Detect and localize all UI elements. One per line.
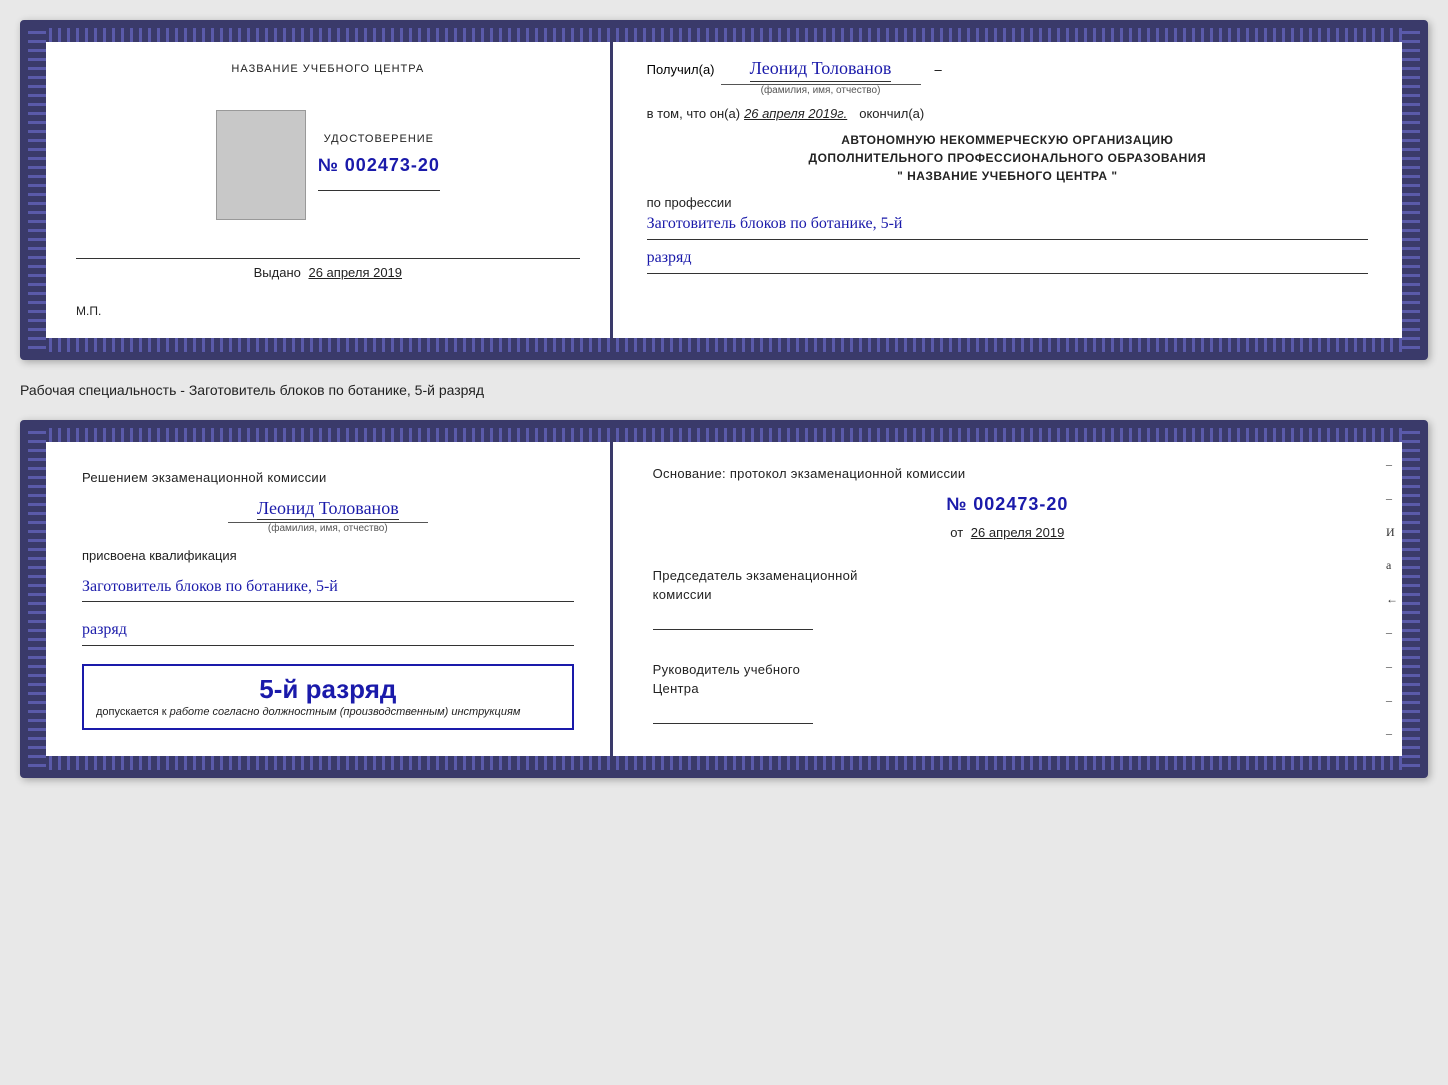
director-label1: Руководитель учебного: [653, 660, 1362, 680]
mp-label: М.П.: [76, 304, 101, 318]
profession-label: по профессии: [647, 195, 1368, 210]
chairman-signature-line: [653, 629, 813, 630]
issued-line: Выдано 26 апреля 2019: [76, 265, 580, 280]
bottom-right-panel-inner: Основание: протокол экзаменационной коми…: [637, 448, 1378, 740]
photo-placeholder: [216, 110, 306, 220]
razryad-value-top: разряд: [647, 244, 1368, 274]
dash-separator: –: [935, 62, 942, 77]
sep-line-2: [76, 258, 580, 259]
right-panel-bottom: Основание: протокол экзаменационной коми…: [613, 428, 1420, 770]
date-line: в том, что он(а) 26 апреля 2019г. окончи…: [647, 106, 1368, 121]
chairman-block: Председатель экзаменационной комиссии: [653, 566, 1362, 630]
decision-name: Леонид Толованов: [257, 498, 399, 520]
cert-number-top: № 002473-20: [318, 155, 440, 176]
side-strip-right-top: [1402, 28, 1420, 352]
dash-6: –: [1386, 625, 1398, 640]
profession-value-bottom: Заготовитель блоков по ботанике, 5-й: [82, 573, 574, 603]
protocol-date: от 26 апреля 2019: [653, 525, 1362, 540]
specialty-caption: Рабочая специальность - Заготовитель бло…: [20, 378, 1428, 402]
stamp-grade: 5-й разряд: [96, 674, 560, 705]
right-panel-top: Получил(а) Леонид Толованов (фамилия, им…: [613, 28, 1420, 352]
date-value: 26 апреля 2019г.: [744, 106, 847, 121]
left-panel-bottom: Решением экзаменационной комиссии Леонид…: [28, 428, 613, 770]
recipient-name: Леонид Толованов: [750, 58, 892, 82]
fio-caption-top: (фамилия, имя, отчество): [721, 84, 921, 96]
left-panel-top: НАЗВАНИЕ УЧЕБНОГО ЦЕНТРА УДОСТОВЕРЕНИЕ №…: [28, 28, 613, 352]
qualification-label: присвоена квалификация: [82, 548, 574, 563]
cert-label: УДОСТОВЕРЕНИЕ: [324, 132, 434, 147]
dash-3: И: [1386, 525, 1398, 540]
issued-label: Выдано: [254, 265, 301, 280]
stamp-caption-prefix: допускается к: [96, 706, 167, 718]
org-line3: " НАЗВАНИЕ УЧЕБНОГО ЦЕНТРА ": [647, 167, 1368, 185]
dash-1: –: [1386, 457, 1398, 472]
director-label2: Центра: [653, 679, 1362, 699]
decision-text: Решением экзаменационной комиссии: [82, 468, 574, 488]
dash-5: ←: [1386, 592, 1398, 607]
chairman-label1: Председатель экзаменационной: [653, 566, 1362, 586]
document-card-top: НАЗВАНИЕ УЧЕБНОГО ЦЕНТРА УДОСТОВЕРЕНИЕ №…: [20, 20, 1428, 360]
fio-caption-bottom: (фамилия, имя, отчество): [228, 522, 428, 534]
document-card-bottom: Решением экзаменационной комиссии Леонид…: [20, 420, 1428, 778]
protocol-date-prefix: от: [950, 525, 963, 540]
basis-label: Основание: протокол экзаменационной коми…: [653, 464, 1362, 484]
recipient-name-block: Леонид Толованов (фамилия, имя, отчество…: [721, 58, 921, 96]
decision-name-block: Леонид Толованов (фамилия, имя, отчество…: [82, 498, 574, 534]
recipient-row: Получил(а) Леонид Толованов (фамилия, им…: [647, 58, 1368, 96]
page-wrapper: НАЗВАНИЕ УЧЕБНОГО ЦЕНТРА УДОСТОВЕРЕНИЕ №…: [20, 20, 1428, 778]
org-block: АВТОНОМНУЮ НЕКОММЕРЧЕСКУЮ ОРГАНИЗАЦИЮ ДО…: [647, 131, 1368, 185]
profession-block: по профессии Заготовитель блоков по бота…: [647, 195, 1368, 274]
protocol-number: № 002473-20: [653, 494, 1362, 515]
chairman-label2: комиссии: [653, 585, 1362, 605]
sep-line-1: [318, 190, 440, 191]
dash-8: –: [1386, 693, 1398, 708]
date-suffix: окончил(а): [859, 106, 924, 121]
stamp-box: 5-й разряд допускается к работе согласно…: [82, 664, 574, 730]
issued-date: 26 апреля 2019: [308, 265, 402, 280]
protocol-date-value: 26 апреля 2019: [971, 525, 1065, 540]
profession-value-top: Заготовитель блоков по ботанике, 5-й: [647, 210, 1368, 240]
org-label-top: НАЗВАНИЕ УЧЕБНОГО ЦЕНТРА: [231, 62, 424, 77]
org-line2: ДОПОЛНИТЕЛЬНОГО ПРОФЕССИОНАЛЬНОГО ОБРАЗО…: [647, 149, 1368, 167]
stamp-caption-italic: работе согласно должностным (производств…: [170, 706, 521, 718]
director-block: Руководитель учебного Центра: [653, 660, 1362, 724]
razryad-value-bottom: разряд: [82, 616, 574, 646]
dash-2: –: [1386, 491, 1398, 506]
left-panel-inner-top: НАЗВАНИЕ УЧЕБНОГО ЦЕНТРА УДОСТОВЕРЕНИЕ №…: [66, 52, 590, 328]
director-signature-line: [653, 723, 813, 724]
org-line1: АВТОНОМНУЮ НЕКОММЕРЧЕСКУЮ ОРГАНИЗАЦИЮ: [647, 131, 1368, 149]
bottom-left-panel-inner: Решением экзаменационной комиссии Леонид…: [66, 452, 590, 746]
received-prefix: Получил(а): [647, 62, 715, 77]
side-strip-right-bottom: [1402, 428, 1420, 770]
date-prefix: в том, что он(а): [647, 106, 740, 121]
dash-7: –: [1386, 659, 1398, 674]
dash-9: –: [1386, 726, 1398, 741]
right-panel-inner-top: Получил(а) Леонид Толованов (фамилия, им…: [637, 48, 1378, 284]
dashes-right: – – И а ← – – – –: [1386, 428, 1398, 770]
stamp-caption: допускается к работе согласно должностны…: [96, 705, 560, 720]
dash-4: а: [1386, 558, 1398, 573]
